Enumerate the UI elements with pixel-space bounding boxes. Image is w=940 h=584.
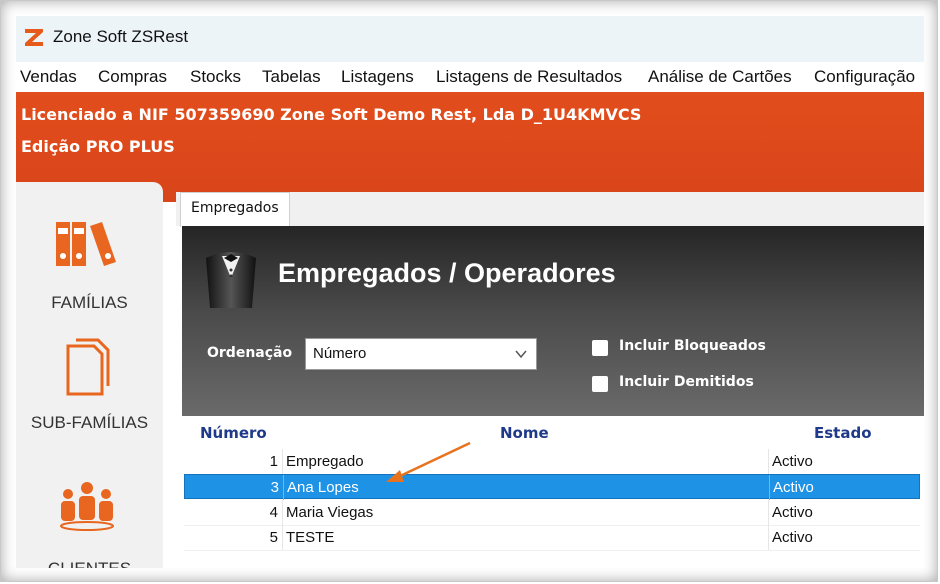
- people-icon: [60, 482, 114, 531]
- table-row-selected[interactable]: 3 Ana Lopes Activo: [184, 474, 920, 500]
- cell-numero: 1: [269, 453, 278, 470]
- cell-nome: Empregado: [286, 453, 364, 470]
- order-select-value: Número: [313, 345, 367, 362]
- page-title: Empregados / Operadores: [278, 258, 616, 288]
- binders-icon: [56, 222, 116, 266]
- cell-estado: Activo: [773, 479, 814, 496]
- cell-nome: Maria Viegas: [286, 504, 374, 521]
- documents-icon: [66, 338, 110, 396]
- cell-numero: 4: [269, 504, 278, 521]
- butler-icon: [206, 252, 256, 308]
- menu-configuracao[interactable]: Configuração: [814, 67, 915, 87]
- cell-estado: Activo: [772, 504, 813, 521]
- include-blocked-checkbox[interactable]: [592, 340, 608, 356]
- app-window: Zone Soft ZSRest Vendas Compras Stocks T…: [16, 16, 924, 568]
- table-row[interactable]: 1 Empregado Activo: [184, 449, 920, 475]
- cell-separator: [282, 525, 283, 550]
- order-label: Ordenação: [207, 345, 293, 361]
- cell-nome: Ana Lopes: [287, 479, 359, 496]
- sidebar-item-familias[interactable]: FAMÍLIAS: [16, 182, 163, 332]
- include-dismissed-checkbox[interactable]: [592, 376, 608, 392]
- employees-table: Número Nome Estado 1 Empregado Activo 3 …: [182, 416, 924, 568]
- cell-separator: [768, 500, 769, 525]
- menu-stocks[interactable]: Stocks: [190, 67, 241, 87]
- window-title: Zone Soft ZSRest: [53, 27, 189, 46]
- cell-nome: TESTE: [286, 529, 335, 546]
- menu-vendas[interactable]: Vendas: [20, 67, 77, 87]
- z-logo-icon: [25, 29, 43, 46]
- header-panel: Empregados / Operadores Ordenação Número…: [182, 226, 924, 416]
- menu-tabelas[interactable]: Tabelas: [262, 67, 321, 87]
- sidebar-label-clientes: CLIENTES: [16, 559, 163, 568]
- edition-text: Edição PRO PLUS: [21, 137, 175, 156]
- cell-numero: 3: [270, 479, 279, 496]
- cell-separator: [282, 500, 283, 525]
- column-header-numero[interactable]: Número: [200, 424, 267, 442]
- cell-separator: [768, 449, 769, 474]
- cell-separator: [282, 449, 283, 474]
- sidebar: FAMÍLIAS SUB-FAMÍLIAS CLIENTES: [16, 182, 163, 568]
- sidebar-item-clientes[interactable]: CLIENTES: [16, 456, 163, 568]
- title-bar: Zone Soft ZSRest: [16, 16, 924, 62]
- menu-compras[interactable]: Compras: [98, 67, 167, 87]
- chevron-down-icon: [515, 350, 527, 359]
- sidebar-label-familias: FAMÍLIAS: [51, 293, 128, 312]
- license-text: Licenciado a NIF 507359690 Zone Soft Dem…: [21, 105, 642, 124]
- cell-separator: [283, 475, 284, 500]
- cell-separator: [769, 475, 770, 500]
- menu-listagens-resultados[interactable]: Listagens de Resultados: [436, 67, 622, 87]
- tab-strip: Empregados: [176, 192, 924, 227]
- cell-estado: Activo: [772, 453, 813, 470]
- column-header-estado[interactable]: Estado: [814, 424, 872, 442]
- order-select[interactable]: Número: [305, 338, 537, 370]
- include-dismissed-label: Incluir Demitidos: [619, 374, 754, 390]
- tab-empregados[interactable]: Empregados: [180, 192, 290, 227]
- table-row[interactable]: 4 Maria Viegas Activo: [184, 500, 920, 526]
- sidebar-label-sub-familias: SUB-FAMÍLIAS: [30, 413, 149, 432]
- column-header-nome[interactable]: Nome: [500, 424, 549, 442]
- table-row[interactable]: 5 TESTE Activo: [184, 525, 920, 551]
- menu-bar: Vendas Compras Stocks Tabelas Listagens …: [16, 62, 924, 92]
- menu-listagens[interactable]: Listagens: [341, 67, 414, 87]
- sidebar-item-sub-familias[interactable]: SUB-FAMÍLIAS: [16, 332, 163, 456]
- menu-analise-cartoes[interactable]: Análise de Cartões: [648, 67, 792, 87]
- cell-numero: 5: [269, 529, 278, 546]
- cell-separator: [768, 525, 769, 550]
- cell-estado: Activo: [772, 529, 813, 546]
- include-blocked-label: Incluir Bloqueados: [619, 338, 766, 354]
